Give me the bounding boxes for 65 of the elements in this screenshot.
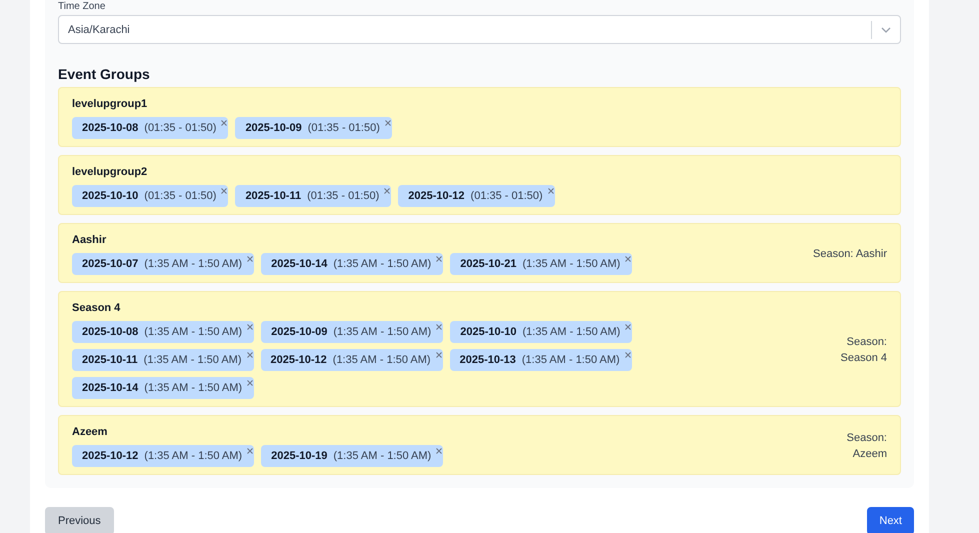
group-name: Aashir — [72, 233, 108, 247]
tag-date: 2025-10-11 — [245, 190, 302, 202]
close-icon[interactable] — [247, 324, 254, 330]
tag-date: 2025-10-10 — [82, 190, 138, 202]
season-label: Season: Azeem — [846, 431, 887, 462]
close-icon[interactable] — [436, 256, 442, 262]
chevron-down-icon — [881, 26, 891, 32]
group-name: Azeem — [72, 425, 108, 439]
tag-time: (01:35 - 01:50) — [308, 122, 380, 134]
season-label: Season: Season 4 — [840, 335, 887, 366]
close-icon[interactable] — [384, 188, 390, 194]
close-icon[interactable] — [436, 448, 442, 454]
tag-time: (1:35 AM - 1:50 AM) — [522, 326, 620, 338]
tag-date: 2025-10-12 — [82, 450, 138, 462]
tag-time: (1:35 AM - 1:50 AM) — [522, 258, 620, 270]
tag-date: 2025-10-07 — [82, 258, 138, 270]
tag-time: (1:35 AM - 1:50 AM) — [333, 258, 432, 270]
tag-date: 2025-10-12 — [408, 190, 465, 202]
close-icon[interactable] — [246, 352, 252, 358]
tag-date: 2025-10-10 — [460, 326, 516, 338]
field-label: Time Zone — [58, 0, 106, 12]
tag-date: 2025-10-11 — [82, 354, 138, 366]
timezone-select[interactable]: Asia/Karachi — [58, 15, 901, 44]
tag-date: 2025-10-19 — [271, 450, 328, 462]
close-icon[interactable] — [625, 324, 632, 330]
section-title: Event Groups — [58, 66, 151, 83]
tag-time: (01:35 - 01:50) — [144, 122, 216, 134]
tag-time: (1:35 AM - 1:50 AM) — [333, 450, 432, 462]
tag-date: 2025-10-09 — [271, 326, 328, 338]
close-icon[interactable] — [221, 120, 228, 126]
tag-time: (1:35 AM - 1:50 AM) — [144, 258, 242, 270]
tag-time: (1:35 AM - 1:50 AM) — [144, 326, 242, 338]
tag-date: 2025-10-12 — [270, 354, 327, 366]
tag-time: (1:35 AM - 1:50 AM) — [144, 382, 242, 394]
close-icon[interactable] — [247, 448, 254, 454]
tag-time: (01:35 - 01:50) — [144, 190, 216, 202]
tag-time: (1:35 AM - 1:50 AM) — [332, 354, 431, 366]
close-icon[interactable] — [384, 120, 391, 126]
season-label: Season: Aashir — [813, 247, 887, 262]
next-button[interactable]: Next — [867, 507, 914, 533]
tag-date: 2025-10-14 — [271, 258, 328, 270]
tag-date: 2025-10-21 — [460, 258, 516, 270]
tag-date: 2025-10-09 — [245, 122, 302, 134]
tag-time: (1:35 AM - 1:50 AM) — [522, 354, 620, 366]
group-name: levelupgroup2 — [72, 165, 148, 179]
close-icon[interactable] — [436, 352, 442, 358]
group-name: Season 4 — [72, 301, 122, 315]
close-icon[interactable] — [436, 324, 442, 330]
tag-time: (1:35 AM - 1:50 AM) — [144, 450, 242, 462]
close-icon[interactable] — [548, 188, 554, 194]
close-icon[interactable] — [247, 256, 254, 262]
tag-date: 2025-10-08 — [82, 122, 138, 134]
tag-time: (1:35 AM - 1:50 AM) — [144, 354, 242, 366]
tag-time: (01:35 - 01:50) — [470, 190, 543, 202]
tag-date: 2025-10-08 — [82, 326, 138, 338]
group-name: levelupgroup1 — [72, 97, 148, 111]
tag-date: 2025-10-14 — [82, 382, 138, 394]
close-icon[interactable] — [625, 256, 632, 262]
previous-button[interactable]: Previous — [45, 507, 114, 533]
tag-date: 2025-10-13 — [460, 354, 516, 366]
close-icon[interactable] — [247, 380, 254, 386]
close-icon[interactable] — [221, 188, 228, 194]
tag-time: (1:35 AM - 1:50 AM) — [333, 326, 432, 338]
tag-time: (01:35 - 01:50) — [307, 190, 380, 202]
close-icon[interactable] — [624, 352, 631, 358]
